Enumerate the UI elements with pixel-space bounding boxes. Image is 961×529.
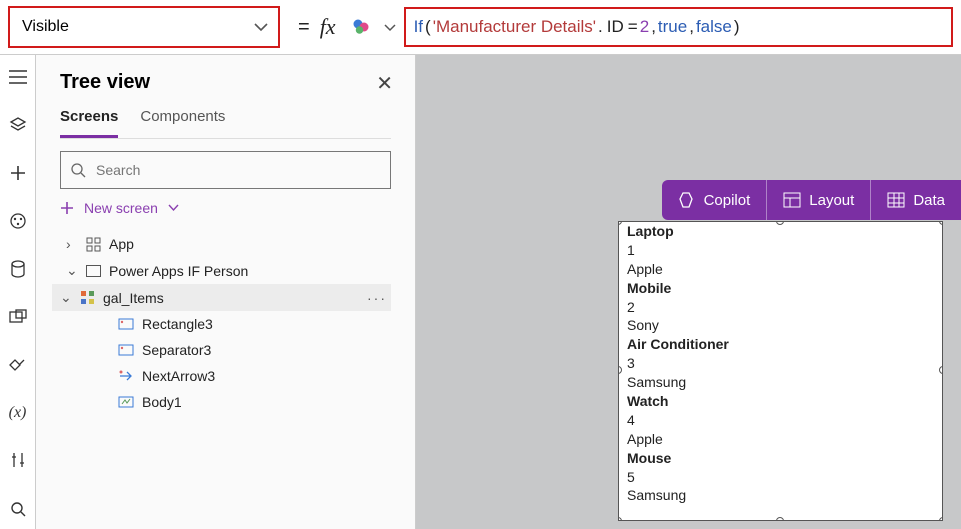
- tree-node-gallery[interactable]: ⌄ gal_Items ···: [52, 284, 391, 311]
- gallery-icon: [80, 290, 95, 305]
- canvas-toolbar: Copilot Layout Data: [662, 180, 961, 220]
- chevron-down-icon[interactable]: [384, 23, 396, 32]
- gallery-item-id: 2: [619, 298, 942, 317]
- palette-icon[interactable]: [8, 211, 28, 231]
- node-label: Power Apps IF Person: [109, 263, 248, 279]
- formula-token: .: [596, 17, 605, 37]
- property-name: Visible: [22, 18, 69, 36]
- layers-icon[interactable]: [8, 115, 28, 135]
- rectangle-icon: [118, 317, 134, 331]
- label-icon: [118, 395, 134, 409]
- layout-icon: [783, 192, 801, 208]
- formula-token: 2: [640, 17, 649, 37]
- tree-node-child[interactable]: Separator3: [60, 337, 391, 363]
- toolbar-label: Data: [913, 192, 945, 209]
- node-label: Rectangle3: [142, 316, 213, 332]
- formula-token-fn: If: [414, 17, 423, 37]
- formula-token: false: [696, 17, 732, 37]
- flows-icon[interactable]: [8, 355, 28, 375]
- tab-screens[interactable]: Screens: [60, 108, 118, 138]
- more-icon[interactable]: ···: [367, 290, 387, 306]
- app-icon: [86, 237, 101, 252]
- gallery-item-brand: Samsung: [619, 486, 942, 505]
- database-icon[interactable]: [8, 259, 28, 279]
- new-screen-label: New screen: [84, 200, 158, 216]
- canvas[interactable]: Copilot Layout Data Laptop1AppleMobile2S…: [416, 55, 961, 529]
- screen-icon: [86, 265, 101, 277]
- search-input[interactable]: [60, 151, 391, 189]
- left-rail: (x): [0, 55, 36, 529]
- arrow-icon: [118, 369, 134, 383]
- media-icon[interactable]: [8, 307, 28, 327]
- formula-input[interactable]: If ( 'Manufacturer Details' . ID = 2 , t…: [404, 7, 953, 47]
- toolbar-copilot[interactable]: Copilot: [662, 180, 767, 220]
- chevron-down-icon: [254, 22, 268, 32]
- formula-token: 'Manufacturer Details': [433, 17, 596, 37]
- gallery-item-brand: Samsung: [619, 373, 942, 392]
- rectangle-icon: [118, 343, 134, 357]
- toolbar-label: Copilot: [704, 192, 751, 209]
- hamburger-icon[interactable]: [8, 67, 28, 87]
- chevron-down-icon: [168, 204, 179, 212]
- node-label: Separator3: [142, 342, 211, 358]
- formula-token: (: [423, 17, 433, 37]
- formula-token: =: [626, 17, 640, 37]
- gallery-item-title: Watch: [619, 392, 942, 411]
- formula-token: ,: [649, 17, 658, 37]
- copilot-logo-icon[interactable]: [352, 18, 370, 36]
- tree-node-child[interactable]: NextArrow3: [60, 363, 391, 389]
- tree-node-child[interactable]: Rectangle3: [60, 311, 391, 337]
- resize-handle[interactable]: [776, 517, 784, 521]
- copilot-icon: [678, 191, 696, 209]
- resize-handle[interactable]: [939, 517, 943, 521]
- property-dropdown[interactable]: Visible: [8, 6, 280, 48]
- variable-icon[interactable]: (x): [8, 403, 28, 423]
- gallery-item-title: Air Conditioner: [619, 335, 942, 354]
- gallery-item-id: 1: [619, 241, 942, 260]
- plus-icon: [60, 201, 74, 215]
- tree-node-screen[interactable]: ⌄ Power Apps IF Person: [60, 257, 391, 284]
- formula-token: true: [658, 17, 687, 37]
- node-label: App: [109, 236, 134, 252]
- equals-sign: =: [298, 16, 310, 39]
- search-icon: [71, 163, 86, 178]
- chevron-down-icon: ⌄: [60, 289, 72, 306]
- formula-token: ,: [687, 17, 696, 37]
- search-icon[interactable]: [8, 499, 28, 519]
- panel-title: Tree view: [60, 71, 391, 94]
- plus-icon[interactable]: [8, 163, 28, 183]
- gallery-item-brand: Sony: [619, 316, 942, 335]
- tree-node-app[interactable]: › App: [60, 231, 391, 257]
- toolbar-layout[interactable]: Layout: [767, 180, 870, 220]
- new-screen-button[interactable]: New screen: [60, 197, 391, 219]
- node-label: gal_Items: [103, 290, 164, 306]
- gallery-item-brand: Apple: [619, 430, 942, 449]
- gallery-item-id: 5: [619, 468, 942, 487]
- gallery-item-id: 3: [619, 354, 942, 373]
- formula-token: ): [732, 17, 742, 37]
- tree-node-child[interactable]: Body1: [60, 389, 391, 415]
- toolbar-label: Layout: [809, 192, 854, 209]
- gallery-control[interactable]: Laptop1AppleMobile2SonyAir Conditioner3S…: [618, 221, 943, 521]
- gallery-item-id: 4: [619, 411, 942, 430]
- gallery-item-title: Mobile: [619, 279, 942, 298]
- search-field[interactable]: [94, 161, 380, 179]
- tools-icon[interactable]: [8, 451, 28, 471]
- tree-view-panel: Tree view ✕ Screens Components New scree…: [36, 55, 416, 529]
- chevron-right-icon: ›: [66, 236, 78, 252]
- node-label: NextArrow3: [142, 368, 215, 384]
- fx-label[interactable]: fx: [320, 14, 336, 40]
- grid-icon: [887, 192, 905, 208]
- node-label: Body1: [142, 394, 182, 410]
- chevron-down-icon: ⌄: [66, 262, 78, 279]
- toolbar-data[interactable]: Data: [871, 180, 961, 220]
- formula-bar: Visible = fx If ( 'Manufacturer Details'…: [0, 0, 961, 55]
- gallery-item-brand: Apple: [619, 260, 942, 279]
- close-icon[interactable]: ✕: [376, 71, 393, 96]
- gallery-item-title: Mouse: [619, 449, 942, 468]
- resize-handle[interactable]: [939, 366, 943, 374]
- resize-handle[interactable]: [618, 517, 622, 521]
- tab-components[interactable]: Components: [140, 108, 225, 138]
- formula-token: ID: [605, 17, 626, 37]
